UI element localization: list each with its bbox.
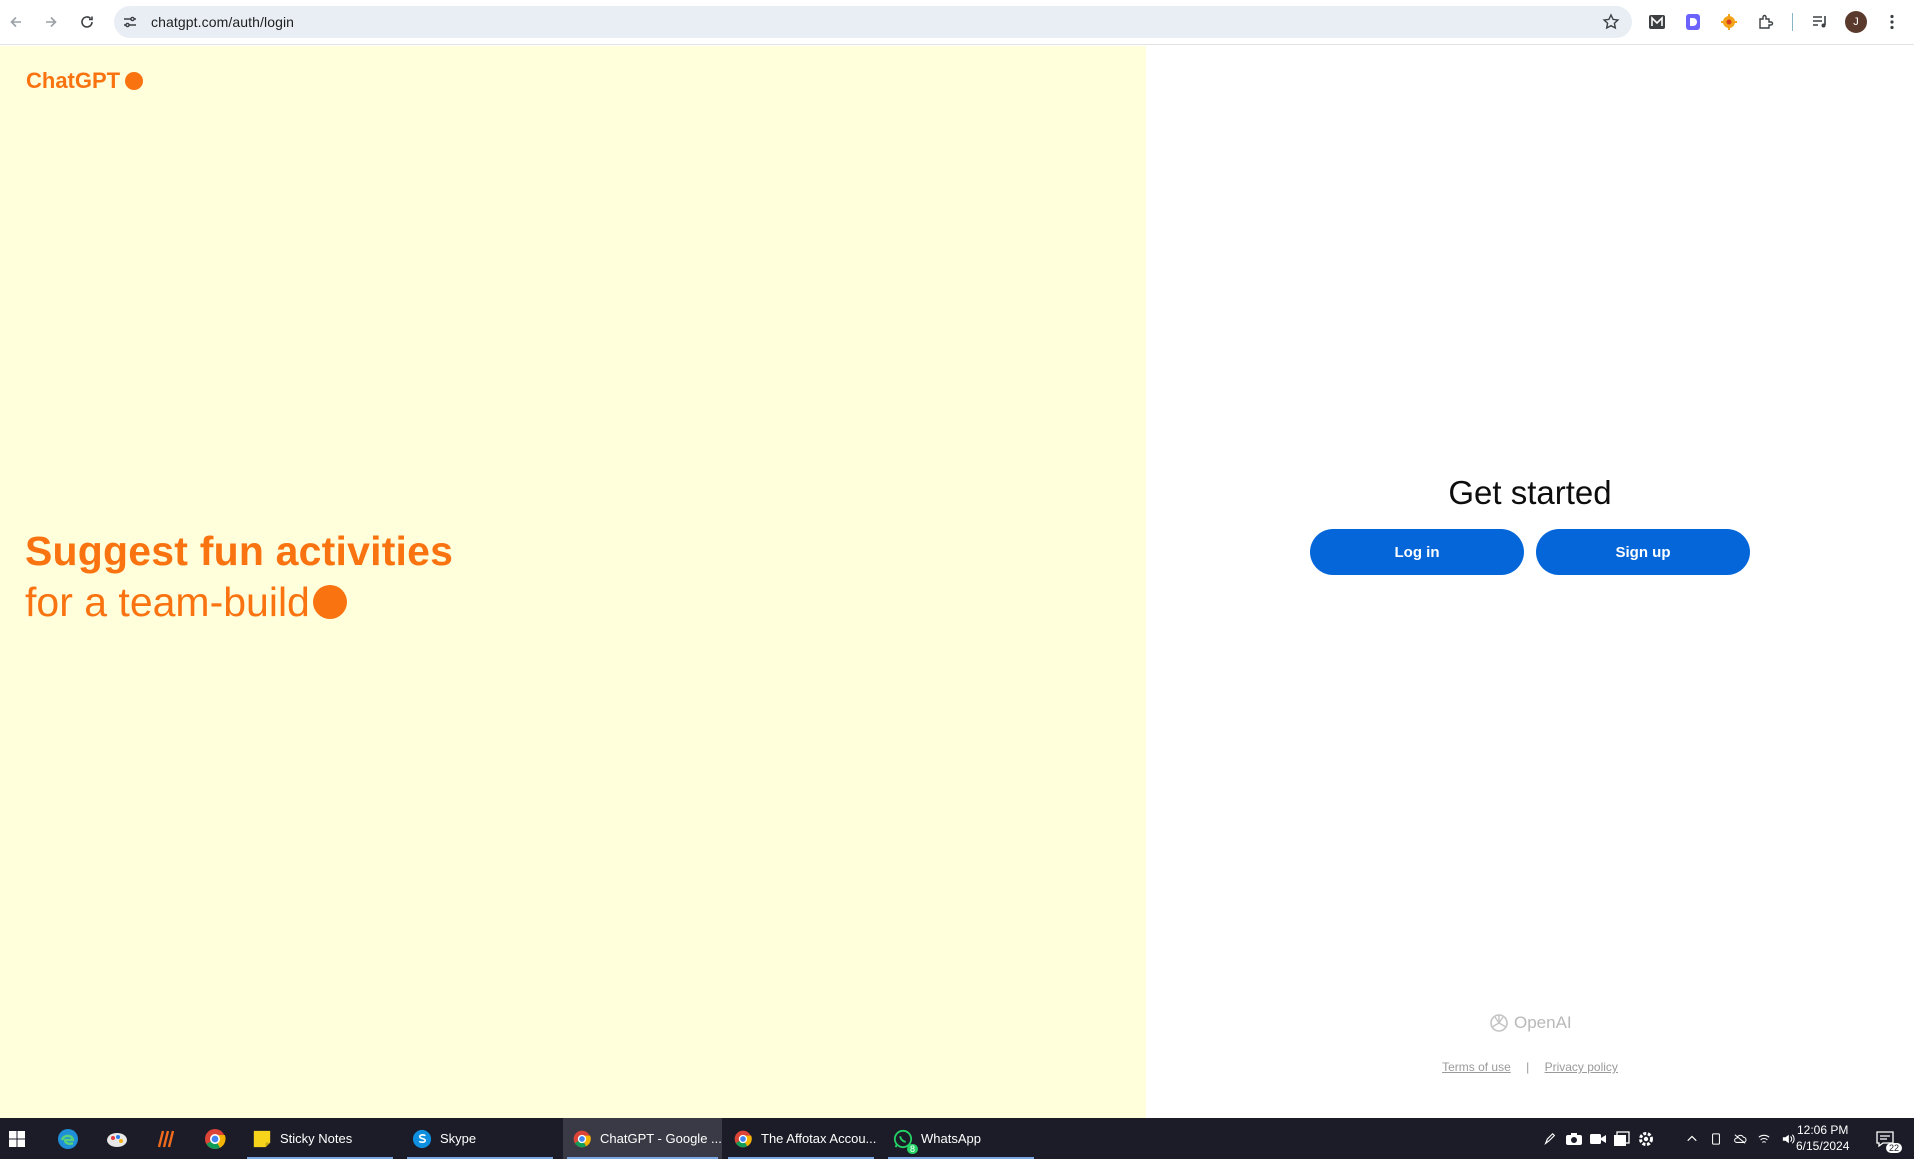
skype-icon [411, 1128, 433, 1150]
profile-avatar[interactable]: J [1845, 11, 1867, 33]
openai-text: OpenAI [1514, 1013, 1572, 1032]
extension-d-icon[interactable] [1681, 10, 1705, 34]
site-settings-icon[interactable] [122, 14, 138, 30]
taskbar-app-whatsapp[interactable]: 8 WhatsApp [884, 1118, 1038, 1159]
chrome-icon [571, 1128, 593, 1150]
page-title: Get started [1448, 474, 1612, 511]
sticky-notes-icon [251, 1128, 273, 1150]
notification-count-badge: 22 [1885, 1143, 1902, 1153]
whatsapp-unread-badge: 8 [906, 1143, 918, 1154]
taskbar-app-sticky-notes[interactable]: Sticky Notes [243, 1118, 397, 1159]
footer-links: Terms of use | Privacy policy [1146, 1060, 1914, 1074]
pen-icon[interactable] [1540, 1129, 1560, 1149]
toolbar-divider [1792, 13, 1793, 31]
taskbar-app-skype[interactable]: Skype [403, 1118, 557, 1159]
app-stripes-icon[interactable] [153, 1126, 179, 1152]
brand-text: ChatGPT [26, 68, 121, 93]
hero-panel: ChatGPT Suggest fun activities for a tea… [0, 46, 1146, 1118]
clock-time: 12:06 PM [1797, 1123, 1849, 1137]
files-icon[interactable] [1612, 1129, 1632, 1149]
address-bar[interactable]: chatgpt.com/auth/login [114, 6, 1632, 38]
notification-area [1680, 1118, 1800, 1159]
taskbar-clock[interactable]: 12:06 PM 6/15/2024 [1796, 1122, 1849, 1154]
signup-button[interactable]: Sign up [1536, 529, 1750, 575]
footer-separator: | [1526, 1060, 1530, 1074]
notification-center-button[interactable]: 22 [1872, 1128, 1902, 1153]
wifi-icon[interactable] [1754, 1129, 1774, 1149]
arrow-left-icon [10, 16, 21, 28]
chatgpt-logo: ChatGPT [26, 68, 144, 94]
chrome-icon [732, 1128, 754, 1150]
taskbar-app-label: WhatsApp [921, 1131, 981, 1146]
reload-button[interactable] [74, 9, 100, 35]
edge-icon[interactable] [55, 1126, 81, 1152]
back-button[interactable] [3, 9, 29, 35]
arrow-right-icon [46, 16, 57, 28]
paint-icon[interactable] [104, 1126, 130, 1152]
typing-cursor-dot-icon [312, 585, 347, 619]
extension-m-icon[interactable] [1645, 10, 1669, 34]
taskbar-app-label: The Affotax Accou... [761, 1131, 877, 1146]
media-control-icon[interactable] [1808, 10, 1832, 34]
whatsapp-icon: 8 [892, 1128, 918, 1154]
hero-text: Suggest fun activities for a team-build [25, 526, 453, 628]
forward-button[interactable] [38, 9, 64, 35]
start-windows-icon[interactable] [4, 1126, 30, 1152]
system-tray [1538, 1118, 1658, 1159]
taskbar-app-label: Skype [440, 1131, 477, 1146]
camera-icon[interactable] [1564, 1129, 1584, 1149]
windows-taskbar: Sticky Notes Skype ChatGPT - Google ... … [0, 1118, 1914, 1159]
auth-panel: Get started Log in Sign up OpenAI Terms … [1146, 46, 1914, 1118]
taskbar-app-label: Sticky Notes [280, 1131, 353, 1146]
openai-knot-icon [1490, 1014, 1508, 1032]
login-button[interactable]: Log in [1310, 529, 1524, 575]
hero-subline: for a team-build [25, 576, 453, 628]
chrome-icon[interactable] [202, 1126, 228, 1152]
url-text[interactable]: chatgpt.com/auth/login [151, 14, 294, 30]
openai-logo: OpenAI [1488, 1012, 1572, 1034]
hero-headline: Suggest fun activities [25, 528, 454, 574]
extension-gear-icon[interactable] [1717, 10, 1741, 34]
device-icon[interactable] [1706, 1129, 1726, 1149]
hero-subline-text: for a team-build [25, 579, 310, 625]
terms-link[interactable]: Terms of use [1442, 1060, 1511, 1074]
brand-dot-icon [125, 72, 144, 90]
cloud-offline-icon[interactable] [1730, 1129, 1750, 1149]
volume-icon[interactable] [1778, 1129, 1798, 1149]
chevron-up-icon[interactable] [1682, 1129, 1702, 1149]
taskbar-app-affotax-chrome[interactable]: The Affotax Accou... [724, 1118, 878, 1159]
taskbar-app-label: ChatGPT - Google ... [600, 1131, 722, 1146]
privacy-link[interactable]: Privacy policy [1545, 1060, 1618, 1074]
extensions-puzzle-icon[interactable] [1754, 10, 1778, 34]
video-icon[interactable] [1588, 1129, 1608, 1149]
menu-kebab-icon[interactable] [1880, 10, 1904, 34]
bookmark-star-icon[interactable] [1602, 13, 1620, 31]
taskbar-app-chatgpt-chrome[interactable]: ChatGPT - Google ... [563, 1118, 722, 1159]
settings-gear-icon[interactable] [1636, 1129, 1656, 1149]
clock-date: 6/15/2024 [1796, 1139, 1850, 1153]
browser-toolbar: chatgpt.com/auth/login J [0, 0, 1914, 45]
reload-icon [81, 16, 93, 28]
